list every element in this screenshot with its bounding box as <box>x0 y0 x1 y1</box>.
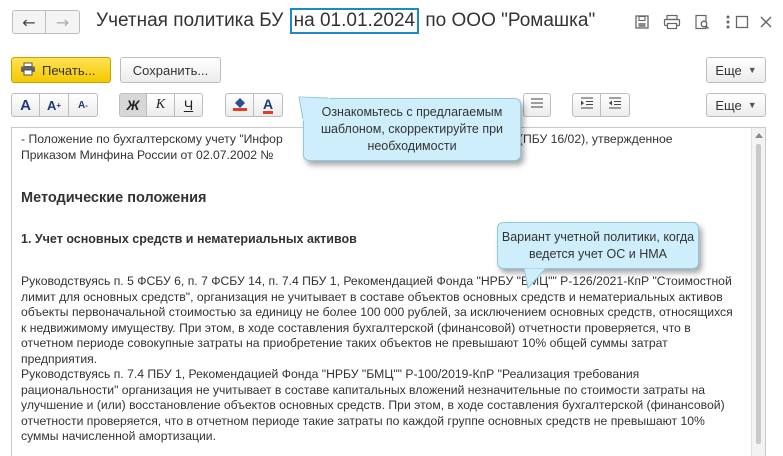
italic-button[interactable]: К <box>147 93 175 117</box>
doc-paragraph-2: Руководствуясь п. 7.4 ПБУ 1, Рекомендаци… <box>21 367 725 443</box>
indent-increase-button[interactable] <box>572 93 601 117</box>
bold-button[interactable]: Ж <box>119 93 147 117</box>
background-color-button[interactable] <box>225 93 254 117</box>
font-decrease-label: A <box>78 99 86 111</box>
title-bar: ← → Учетная политика БУ на 01.01.2024 по… <box>0 0 783 46</box>
text-color-button[interactable]: A <box>254 93 283 117</box>
doc-paragraph-1: Руководствуясь п. 5 ФСБУ 6, п. 7 ФСБУ 14… <box>21 274 733 366</box>
callout-tail-2 <box>523 266 548 290</box>
print-button-label: Печать... <box>42 62 96 78</box>
document-editor[interactable]: - Положение по бухгалтерскому учету "Инф… <box>11 127 766 456</box>
more-button[interactable]: Еще ▼ <box>706 57 766 83</box>
save-icon[interactable] <box>632 12 652 32</box>
align-icon <box>530 97 544 114</box>
vertical-scrollbar[interactable] <box>751 128 765 456</box>
text-color-label: A <box>262 95 274 114</box>
font-normal-label: A <box>20 96 31 114</box>
callout-tail-1 <box>298 96 330 121</box>
print-icon[interactable] <box>662 12 682 32</box>
font-increase-button[interactable]: A + <box>40 93 69 117</box>
title-suffix: по ООО "Ромашка" <box>425 10 596 31</box>
print-button[interactable]: Печать... <box>11 57 111 83</box>
scroll-up-icon[interactable] <box>755 133 763 138</box>
more-button-label: Еще <box>715 62 742 78</box>
maximize-icon[interactable] <box>732 12 752 32</box>
chevron-down-icon: ▼ <box>747 65 757 75</box>
font-increase-label: A <box>46 97 57 113</box>
forward-button[interactable]: → <box>46 10 80 34</box>
scroll-thumb[interactable] <box>756 144 761 444</box>
indent-decrease-icon <box>608 97 622 114</box>
window-title: Учетная политика БУ на 01.01.2024 по ООО… <box>96 8 595 34</box>
title-prefix: Учетная политика БУ <box>96 10 284 31</box>
chevron-down-icon: ▼ <box>747 100 757 110</box>
save-button[interactable]: Сохранить... <box>120 57 221 83</box>
arrow-right-icon: → <box>55 12 70 32</box>
bold-label: Ж <box>126 97 140 113</box>
indent-increase-icon <box>580 97 594 114</box>
more-format-label: Еще <box>715 97 742 113</box>
arrow-left-icon: ← <box>22 12 36 32</box>
paint-bucket-icon <box>232 95 248 116</box>
doc-heading: Методические положения <box>21 190 207 206</box>
indent-decrease-button[interactable] <box>601 93 630 117</box>
more-format-button[interactable]: Еще ▼ <box>706 93 766 117</box>
font-decrease-button[interactable]: A- <box>69 93 98 117</box>
hint-callout-variant-text: Вариант учетной политики, когда ведется … <box>501 229 695 261</box>
align-button[interactable] <box>523 93 551 117</box>
hint-callout-variant: Вариант учетной политики, когда ведется … <box>497 222 699 269</box>
preview-icon[interactable] <box>692 12 712 32</box>
underline-label: Ч <box>183 97 194 113</box>
close-icon[interactable] <box>756 12 776 32</box>
font-normal-button[interactable]: A <box>11 93 40 117</box>
printer-icon <box>20 62 36 79</box>
document-content[interactable]: - Положение по бухгалтерскому учету "Инф… <box>21 132 736 445</box>
back-button[interactable]: ← <box>12 10 46 34</box>
title-date-highlight: на 01.01.2024 <box>289 8 420 34</box>
underline-button[interactable]: Ч <box>175 93 203 117</box>
italic-label: К <box>155 97 166 112</box>
